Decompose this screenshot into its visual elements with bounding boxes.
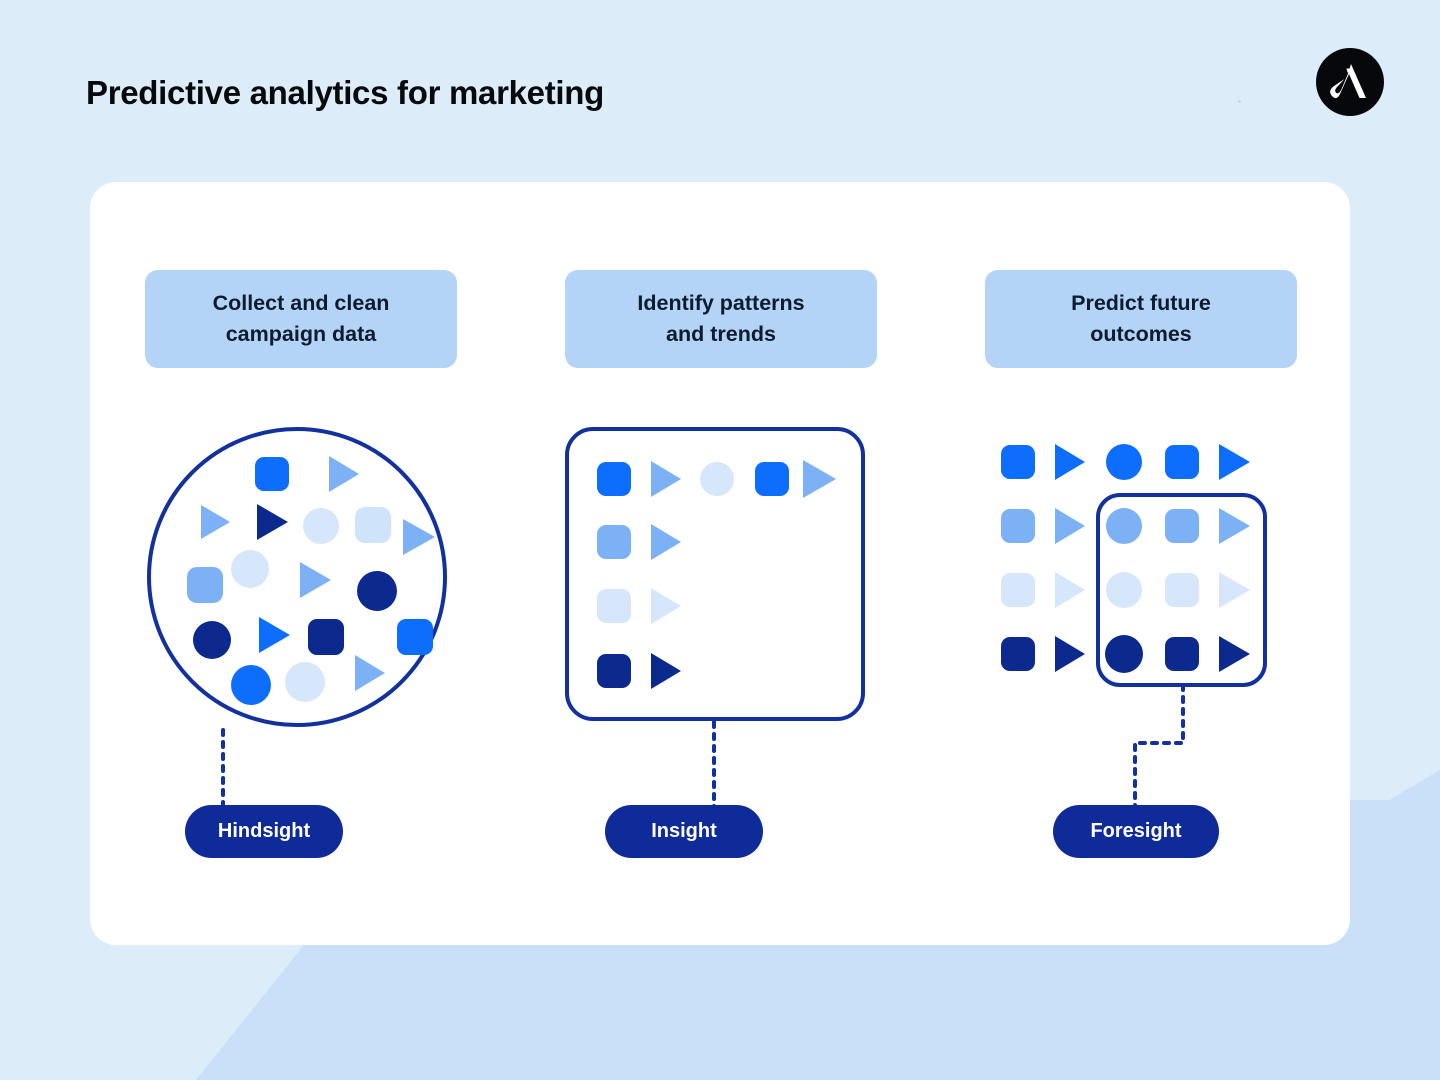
shape-circle	[700, 462, 734, 496]
shape-circle	[303, 508, 339, 544]
outcome-pill-hindsight[interactable]: Hindsight	[185, 805, 343, 858]
shape-rounded-square	[597, 589, 631, 623]
scatter-shape-group	[187, 456, 435, 705]
grid-row-3	[1001, 572, 1250, 608]
grid-row-2	[1001, 508, 1250, 544]
shape-rounded-square	[1001, 445, 1035, 479]
shape-circle	[357, 571, 397, 611]
step-header-label: Identify patterns and trends	[637, 291, 805, 346]
step-header-identify: Identify patterns and trends	[565, 270, 877, 368]
graphic-full-grid	[985, 427, 1315, 737]
shape-rounded-square	[397, 619, 433, 655]
shape-rounded-square	[1001, 637, 1035, 671]
shape-triangle	[1219, 508, 1250, 544]
shape-circle	[231, 665, 271, 705]
outcome-pill-label: Insight	[651, 820, 717, 842]
outcome-pill-label: Foresight	[1090, 820, 1182, 842]
step-header-predict: Predict future outcomes	[985, 270, 1297, 368]
shape-rounded-square	[187, 567, 223, 603]
shape-triangle	[803, 460, 836, 498]
shape-triangle	[201, 505, 230, 539]
shape-triangle	[403, 519, 435, 555]
graphic-scattered-shapes	[145, 427, 475, 737]
shape-triangle	[651, 653, 681, 689]
shape-triangle	[259, 617, 290, 653]
grid-row-4	[1001, 635, 1250, 673]
decorative-dot	[1238, 100, 1241, 103]
grid-row-1	[597, 460, 836, 498]
shape-rounded-square	[597, 462, 631, 496]
page-title: Predictive analytics for marketing	[86, 74, 605, 111]
shape-triangle	[1055, 636, 1085, 672]
shape-triangle	[300, 562, 331, 598]
grid-row-3	[597, 588, 681, 624]
shape-triangle	[355, 655, 385, 691]
shape-triangle	[257, 504, 288, 540]
shape-rounded-square	[255, 457, 289, 491]
shape-rounded-square	[355, 507, 391, 543]
shape-triangle	[651, 588, 681, 624]
outcome-pill-insight[interactable]: Insight	[605, 805, 763, 858]
shape-triangle	[1055, 444, 1085, 480]
logo-a-monogram-icon	[1330, 64, 1366, 99]
shape-rounded-square	[1165, 573, 1199, 607]
shape-triangle	[1219, 572, 1250, 608]
shape-rounded-square	[1001, 573, 1035, 607]
grid-row-1	[1001, 444, 1250, 480]
connector-collect	[221, 728, 225, 810]
shape-circle	[1106, 508, 1142, 544]
shape-rounded-square	[597, 525, 631, 559]
brand-logo	[1316, 48, 1384, 116]
shape-rounded-square	[308, 619, 344, 655]
grid-row-4	[597, 653, 681, 689]
shape-circle	[1106, 572, 1142, 608]
shape-rounded-square	[755, 462, 789, 496]
shape-circle	[1105, 635, 1143, 673]
shape-rounded-square	[1165, 445, 1199, 479]
shape-triangle	[651, 461, 681, 497]
shape-circle	[231, 550, 269, 588]
shape-rounded-square	[1165, 637, 1199, 671]
shape-circle	[1106, 444, 1142, 480]
outcome-pill-foresight[interactable]: Foresight	[1053, 805, 1219, 858]
shape-triangle	[329, 456, 359, 492]
step-header-label: Predict future outcomes	[1071, 291, 1211, 346]
shape-circle	[193, 621, 231, 659]
grid-row-2	[597, 524, 681, 560]
step-header-label: Collect and clean campaign data	[212, 291, 390, 346]
stage-column-predict: Predict future outcomes Foresight	[985, 182, 1405, 945]
shape-rounded-square	[1165, 509, 1199, 543]
stage-column-identify: Identify patterns and trends Insight	[565, 182, 985, 945]
shape-triangle	[651, 524, 681, 560]
step-header-collect: Collect and clean campaign data	[145, 270, 457, 368]
shape-triangle	[1055, 572, 1085, 608]
outcome-pill-label: Hindsight	[217, 820, 311, 842]
shape-triangle	[1055, 508, 1085, 544]
shape-circle	[285, 662, 325, 702]
stage-column-collect: Collect and clean campaign data Hindsigh…	[145, 182, 565, 945]
main-card: Collect and clean campaign data Hindsigh…	[90, 182, 1350, 945]
shape-triangle	[1219, 636, 1250, 672]
shape-triangle	[1219, 444, 1250, 480]
shape-rounded-square	[1001, 509, 1035, 543]
shape-rounded-square	[597, 654, 631, 688]
graphic-partial-grid	[565, 427, 895, 737]
